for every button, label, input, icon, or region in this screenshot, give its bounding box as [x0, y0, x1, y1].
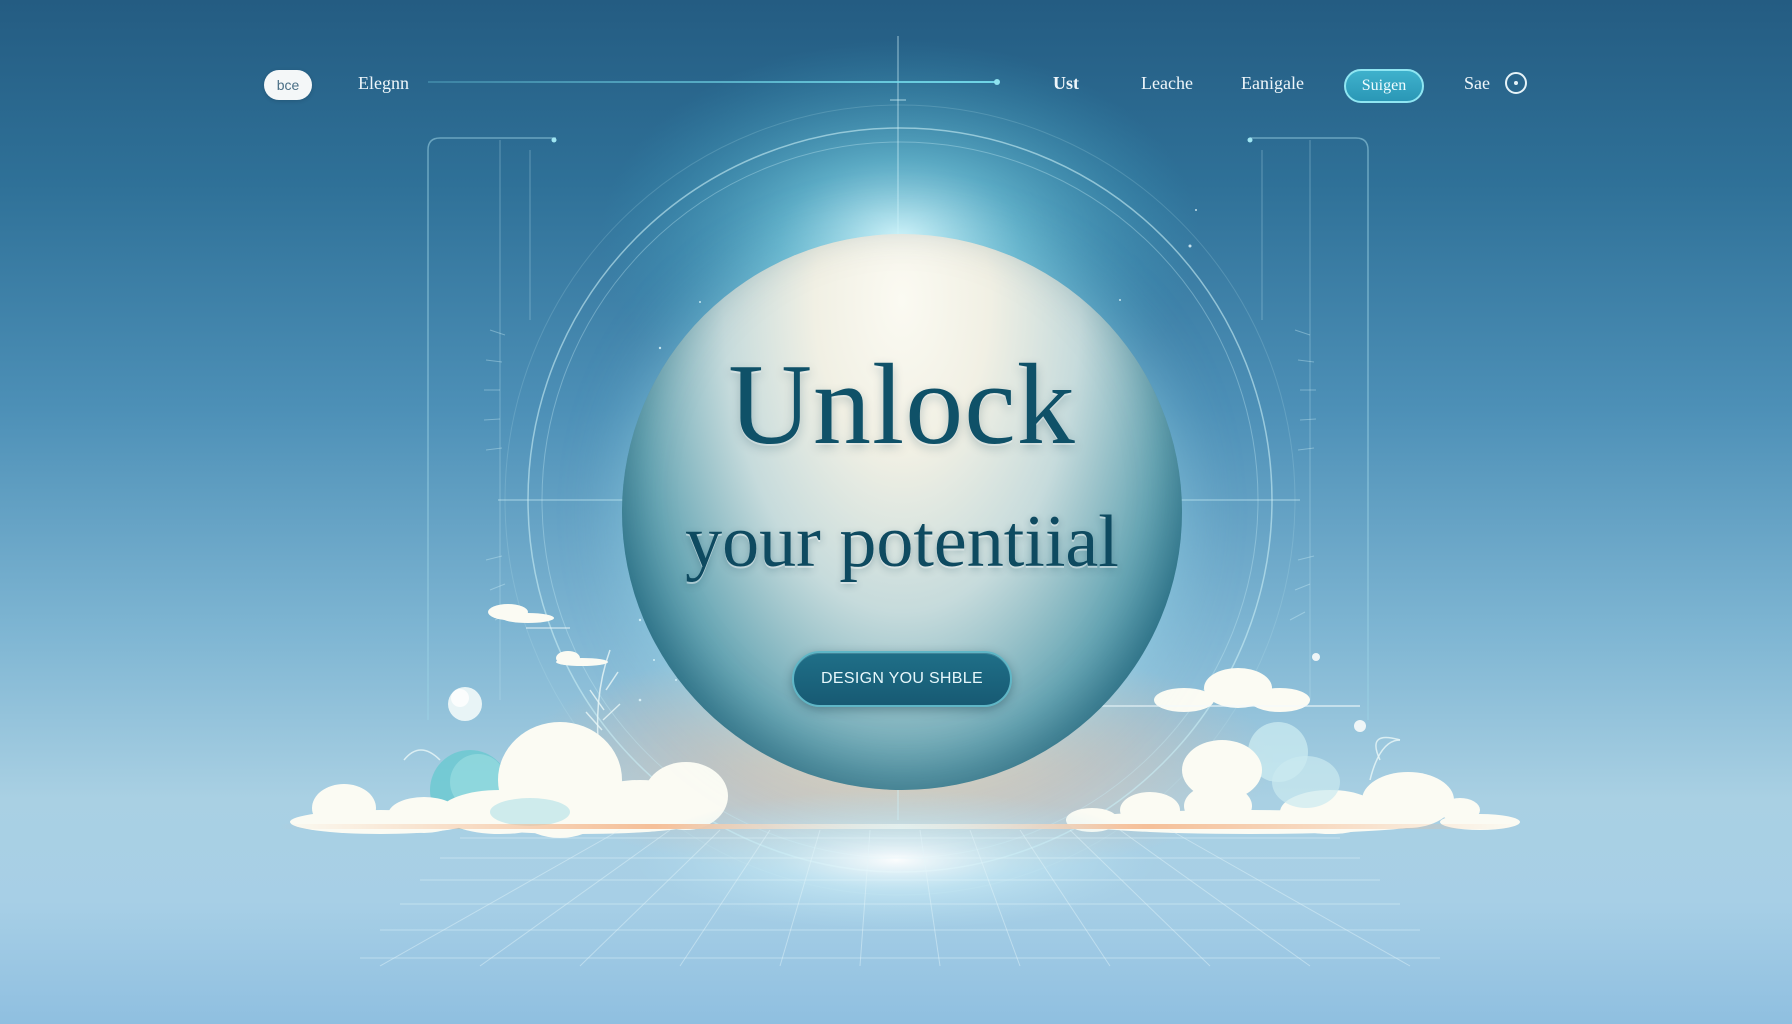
nav-link-2[interactable]: Leache [1141, 72, 1193, 94]
circle-dot-icon[interactable] [1505, 72, 1527, 94]
signup-button[interactable]: Suigen [1344, 69, 1424, 103]
hero-cta-button[interactable]: DESIGN YOU SHBLE [792, 651, 1012, 707]
hero-title: Unlock [728, 341, 1076, 469]
nav-divider-line [428, 81, 996, 83]
nav-link-4[interactable]: Sae [1464, 72, 1490, 94]
logo-badge[interactable]: bce [264, 70, 312, 100]
hero-subtitle: your potentiial [685, 501, 1119, 583]
nav-link-1[interactable]: Ust [1053, 72, 1079, 94]
nav-brand[interactable]: Elegnn [358, 72, 409, 94]
nav-divider-dot [994, 79, 1000, 85]
nav-link-3[interactable]: Eanigale [1241, 72, 1304, 94]
